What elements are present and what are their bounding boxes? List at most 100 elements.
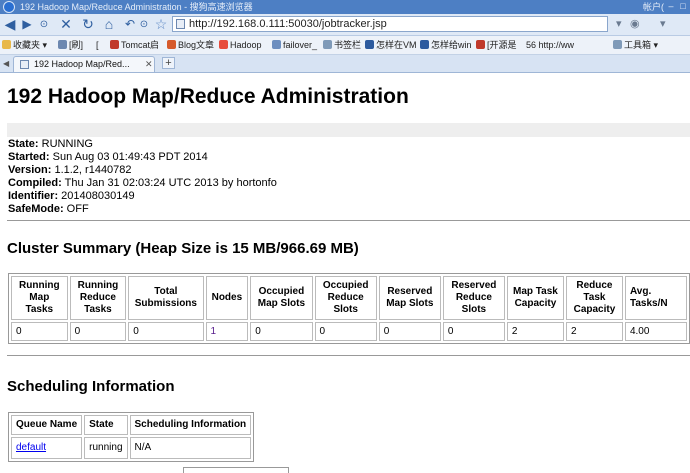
tab-close-icon[interactable]: ✕ xyxy=(145,57,153,72)
bookmark-item[interactable]: failover_ xyxy=(272,36,317,54)
divider xyxy=(7,355,690,356)
table-cell: N/A xyxy=(129,437,252,459)
table-cell: 0 xyxy=(378,322,441,341)
bookmark-item[interactable]: Tomcat启 xyxy=(110,36,159,54)
table-cell: 0 xyxy=(314,322,377,341)
column-header: Occupied Reduce Slots xyxy=(314,276,377,320)
table-cell: 2 xyxy=(565,322,623,341)
page-title: 192 Hadoop Map/Reduce Administration xyxy=(7,85,409,108)
title-divider-bar xyxy=(7,123,690,137)
cluster-summary-table: Running Map Tasks Running Reduce Tasks T… xyxy=(8,273,690,344)
refresh-icon[interactable]: ↻ xyxy=(80,16,96,33)
column-header: Reserved Map Slots xyxy=(378,276,441,320)
column-header: Queue Name xyxy=(11,415,83,435)
nodes-link[interactable]: 1 xyxy=(205,322,249,341)
column-header: Map Task Capacity xyxy=(506,276,564,320)
address-dropdown-icon[interactable]: ▾ xyxy=(616,17,622,32)
info-compiled: Compiled: Thu Jan 31 02:03:24 UTC 2013 b… xyxy=(8,177,277,189)
bookmark-item[interactable]: 56 http://ww xyxy=(526,36,574,54)
column-header: Avg. Tasks/N xyxy=(624,276,687,320)
table-row: default running N/A xyxy=(11,437,252,459)
table-row: 0 0 0 1 0 0 0 0 2 2 4.00 xyxy=(11,322,687,341)
table-cell: 0 xyxy=(69,322,127,341)
restore-tabs-icon[interactable]: ↶ xyxy=(122,16,138,33)
column-header: State xyxy=(84,415,128,435)
table-header-row: Queue Name State Scheduling Information xyxy=(11,415,252,435)
bookmark-icon xyxy=(476,40,485,49)
table-cell: 0 xyxy=(250,322,313,341)
menu-icon[interactable]: ▾ xyxy=(660,17,666,32)
window-title: 192 Hadoop Map/Reduce Administration - 搜… xyxy=(20,2,253,12)
back-icon[interactable]: ◀ xyxy=(2,16,18,33)
maximize-icon[interactable]: □ xyxy=(678,1,688,11)
favorite-icon[interactable]: ☆ xyxy=(153,16,169,33)
table-cell: 4.00 xyxy=(624,322,687,341)
browser-logo-icon xyxy=(3,1,15,13)
url-text[interactable]: http://192.168.0.111:50030/jobtracker.js… xyxy=(189,17,387,31)
scheduling-table: Queue Name State Scheduling Information … xyxy=(8,412,255,462)
bookmark-item[interactable]: 书签栏 xyxy=(323,36,361,54)
navigation-bar: ◀ ▶ ⊙ ✕ ↻ ⌂ ↶ ⊙ ☆ http://192.168.0.111:5… xyxy=(0,14,690,36)
bookmark-icon xyxy=(58,40,67,49)
stop-icon[interactable]: ✕ xyxy=(58,16,74,33)
column-header: Reduce Task Capacity xyxy=(565,276,623,320)
sidebar-toggle-icon[interactable]: ◀ xyxy=(3,59,9,68)
page-icon xyxy=(176,19,185,29)
search-engine-icon[interactable]: ◉ xyxy=(630,17,640,32)
new-tab-icon[interactable]: + xyxy=(162,57,175,69)
bookmark-icon xyxy=(167,40,176,49)
bookmark-item[interactable]: 怎样给win xyxy=(420,36,472,54)
nodes-count[interactable]: 1 xyxy=(211,326,217,337)
table-cell: 2 xyxy=(506,322,564,341)
bookmark-item[interactable]: [开源是 xyxy=(476,36,517,54)
bookmark-icon xyxy=(219,40,228,49)
table-cell[interactable]: default xyxy=(11,437,83,459)
page-icon xyxy=(20,60,29,69)
info-started: Started: Sun Aug 03 01:49:43 PDT 2014 xyxy=(8,151,208,163)
bookmark-icon xyxy=(2,40,11,49)
filter-input[interactable] xyxy=(183,467,289,473)
tab-label: 192 Hadoop Map/Red... xyxy=(34,59,130,69)
table-cell: 0 xyxy=(11,322,68,341)
bookmark-item[interactable]: [刷] xyxy=(58,36,83,54)
queue-link-default[interactable]: default xyxy=(16,442,46,453)
tab-bar: ◀ 192 Hadoop Map/Red... ✕ + xyxy=(0,55,690,73)
column-header: Reserved Reduce Slots xyxy=(442,276,505,320)
window-titlebar: 192 Hadoop Map/Reduce Administration - 搜… xyxy=(0,0,690,14)
divider xyxy=(7,220,690,221)
bookmark-item[interactable]: 工具箱 ▾ xyxy=(613,36,658,54)
minimize-icon[interactable]: – xyxy=(666,1,676,11)
column-header: Nodes xyxy=(205,276,249,320)
address-bar[interactable]: http://192.168.0.111:50030/jobtracker.js… xyxy=(172,16,608,32)
home-icon[interactable]: ⌂ xyxy=(101,16,117,33)
table-header-row: Running Map Tasks Running Reduce Tasks T… xyxy=(11,276,687,320)
bookmark-icon xyxy=(272,40,281,49)
bookmarks-bar: 收藏夹 ▾ [刷] [ Tomcat启 Blog文章 Hadoop failov… xyxy=(0,36,690,55)
bookmark-icon xyxy=(613,40,622,49)
info-state: State: RUNNING xyxy=(8,138,93,150)
column-header: Occupied Map Slots xyxy=(250,276,313,320)
table-cell: 0 xyxy=(128,322,204,341)
cluster-summary-title: Cluster Summary (Heap Size is 15 MB/966.… xyxy=(7,240,359,257)
table-cell: running xyxy=(84,437,128,459)
bookmark-item[interactable]: Hadoop xyxy=(219,36,262,54)
account-menu[interactable]: 帐户( xyxy=(643,0,664,14)
info-version: Version: 1.1.2, r1440782 xyxy=(8,164,132,176)
bookmark-item[interactable]: Blog文章 xyxy=(167,36,214,54)
bookmark-item[interactable]: 怎样在VM xyxy=(365,36,417,54)
table-cell: 0 xyxy=(442,322,505,341)
tab-jobtracker[interactable]: 192 Hadoop Map/Red... ✕ xyxy=(13,56,155,72)
bookmark-item[interactable]: 收藏夹 ▾ xyxy=(2,36,47,54)
column-header: Total Submissions xyxy=(128,276,204,320)
page-content: 192 Hadoop Map/Reduce Administration Sta… xyxy=(0,73,690,473)
bookmark-icon xyxy=(110,40,119,49)
bookmark-icon xyxy=(365,40,374,49)
history-icon[interactable]: ⊙ xyxy=(138,16,150,33)
forward-icon[interactable]: ▶ xyxy=(20,16,34,33)
column-header: Scheduling Information xyxy=(129,415,252,435)
column-header: Running Map Tasks xyxy=(11,276,68,320)
dropdown-icon[interactable]: ⊙ xyxy=(38,16,50,33)
bookmark-icon xyxy=(420,40,429,49)
bookmark-item[interactable]: [ xyxy=(96,36,99,54)
bookmark-icon xyxy=(323,40,332,49)
